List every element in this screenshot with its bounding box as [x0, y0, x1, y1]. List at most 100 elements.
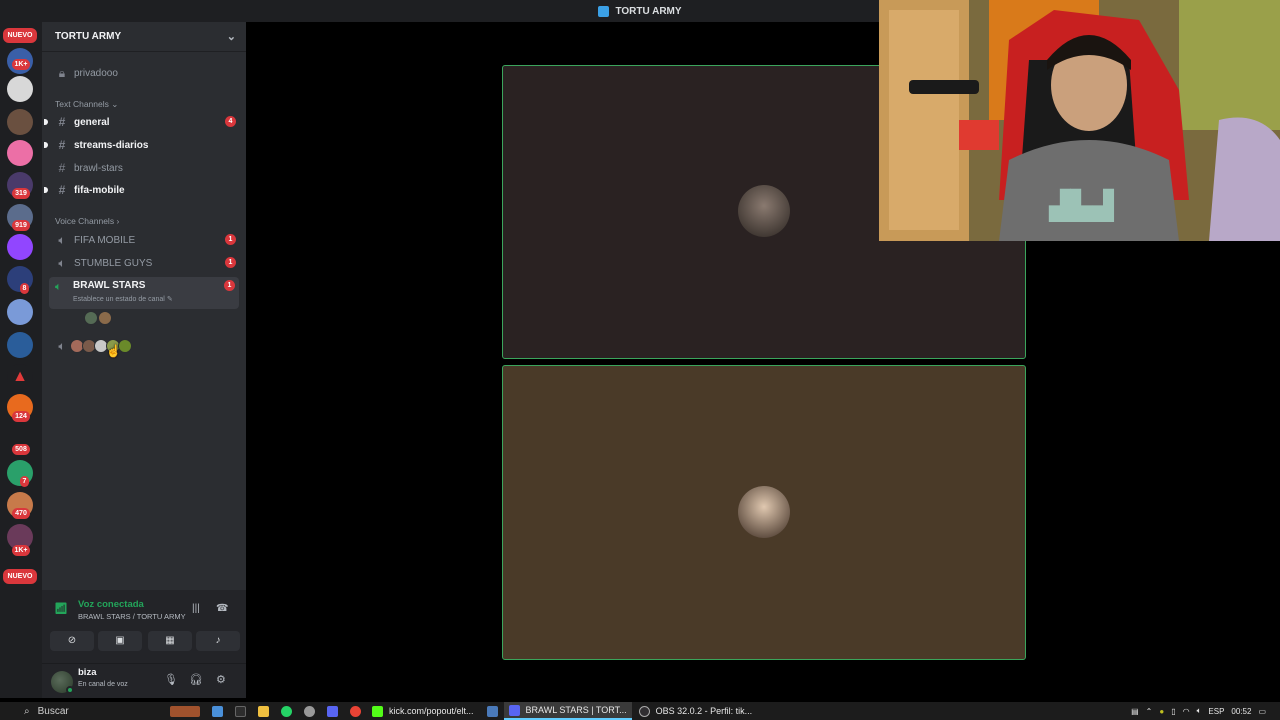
voice-location[interactable]: BRAWL STARS / TORTU ARMY — [78, 612, 186, 621]
webcam-overlay: ▟▙▟ — [879, 0, 1280, 241]
watermelon-server-icon[interactable]: ▲ — [7, 364, 33, 390]
chevron-down-icon[interactable]: ⌄ — [227, 30, 236, 43]
widget-icon[interactable] — [170, 705, 200, 717]
channel-fifa-mobile[interactable]: # fifa-mobile — [44, 180, 240, 200]
activities-button[interactable]: ▦ — [148, 631, 192, 651]
unread-indicator — [44, 142, 48, 148]
app-icon[interactable] — [486, 705, 498, 717]
hashtag-icon: # — [58, 115, 66, 129]
taskbar-app-label: OBS 32.0.2 - Perfil: tik... — [655, 706, 753, 716]
screen-share-button[interactable]: ▣ — [98, 631, 142, 651]
voice-user-avatar[interactable] — [84, 311, 98, 325]
server-badge: 1K+ — [12, 59, 30, 70]
mention-badge: 1 — [225, 257, 236, 268]
mention-badge: 4 — [225, 116, 236, 127]
participant-tile[interactable] — [502, 365, 1026, 660]
channel-label: general — [74, 116, 110, 128]
window-title: TORTU ARMY — [615, 5, 682, 17]
server-header[interactable]: TORTU ARMY ⌄ — [42, 22, 246, 52]
svg-text:▟▙▟: ▟▙▟ — [1048, 188, 1114, 222]
server-badge: 8 — [20, 283, 29, 294]
channel-privadooo[interactable]: 🔒︎ privadooo — [50, 63, 240, 83]
pencil-icon: ✎ — [166, 296, 173, 303]
unread-indicator — [44, 119, 48, 125]
voice-user-avatar[interactable] — [98, 311, 112, 325]
hashtag-icon: # — [58, 183, 66, 197]
taskbar-search[interactable]: ⌕ Buscar — [24, 706, 164, 717]
taskbar-app-kick[interactable]: kick.com/popout/elt... — [367, 702, 479, 720]
server-name: TORTU ARMY — [55, 31, 122, 42]
user-status: En canal de voz — [78, 681, 128, 688]
channel-label: STUMBLE GUYS — [74, 257, 153, 269]
terminal-icon[interactable] — [235, 705, 246, 717]
server-badge: 508 — [12, 444, 30, 455]
notifications-icon[interactable]: ▭ — [1258, 707, 1266, 716]
tray-app-icon[interactable]: ● — [1159, 707, 1164, 716]
channel-status-prompt[interactable]: Establece un estado de canal ✎ — [73, 295, 173, 303]
channel-brawl-stars[interactable]: # brawl-stars — [50, 158, 240, 178]
new-badge: NUEVO — [3, 569, 37, 584]
voice-channel-fifa-mobile[interactable]: 🔈︎ FIFA MOBILE 1 — [50, 230, 240, 250]
channel-label: FIFA MOBILE — [74, 234, 136, 246]
camera-off-button[interactable]: ⊘ — [50, 631, 94, 651]
channel-label: privadooo — [74, 67, 118, 79]
server-icon[interactable] — [7, 76, 33, 102]
chrome-icon[interactable] — [350, 705, 361, 717]
speaker-icon: 🔈︎ — [58, 338, 66, 353]
twitch-server-icon[interactable] — [7, 234, 33, 260]
chevron-up-icon[interactable]: ⌃ — [1146, 707, 1153, 716]
settings-icon[interactable] — [304, 705, 315, 717]
taskbar-app-obs[interactable]: OBS 32.0.2 - Perfil: tik... — [634, 702, 758, 720]
server-icon[interactable] — [7, 299, 33, 325]
unread-indicator — [44, 187, 48, 193]
chevron-right-icon: › — [116, 216, 120, 226]
discord-app-icon — [598, 5, 610, 17]
discord-icon[interactable] — [327, 705, 338, 717]
channel-label: fifa-mobile — [74, 184, 125, 196]
voice-connection-panel: 📶︎ Voz conectada BRAWL STARS / TORTU ARM… — [42, 590, 246, 664]
app-icon[interactable] — [212, 705, 223, 717]
server-badge: 1K+ — [12, 545, 30, 556]
server-icon[interactable] — [7, 332, 33, 358]
language-indicator[interactable]: ESP — [1208, 707, 1224, 716]
microphone-icon[interactable]: 🎙︎ — [164, 673, 178, 686]
taskbar-app-discord[interactable]: BRAWL STARS | TORT... — [503, 702, 632, 720]
text-channels-category[interactable]: Text Channels ⌄ — [55, 99, 118, 110]
signal-icon: 📶︎ — [54, 603, 68, 615]
username[interactable]: biza — [78, 667, 96, 678]
folder-icon[interactable] — [258, 705, 269, 717]
mouse-icon[interactable]: ▯ — [1171, 707, 1175, 716]
new-badge: NUEVO — [3, 28, 37, 43]
mention-badge: 1 — [224, 280, 235, 291]
server-badge: 7 — [20, 476, 29, 487]
obs-icon — [638, 705, 650, 717]
channel-sidebar: TORTU ARMY ⌄ 🔒︎ privadooo Text Channels … — [42, 22, 246, 698]
server-icon[interactable] — [7, 140, 33, 166]
volume-icon[interactable]: 🔈︎ — [1197, 706, 1202, 716]
channel-label: brawl-stars — [74, 162, 123, 174]
disconnect-icon[interactable]: ☎ — [216, 603, 228, 614]
whatsapp-icon[interactable] — [281, 705, 292, 717]
server-icon[interactable] — [7, 109, 33, 135]
voice-channel-stumble-guys[interactable]: 🔈︎ STUMBLE GUYS 1 — [50, 253, 240, 273]
participant-avatar — [738, 185, 790, 237]
channel-streams-diarios[interactable]: # streams-diarios — [44, 135, 240, 155]
soundboard-button[interactable]: ♪ — [196, 631, 240, 651]
voice-status[interactable]: Voz conectada — [78, 599, 144, 610]
voice-channel-brawl-stars[interactable]: 🔈︎ BRAWL STARS Establece un estado de ca… — [49, 277, 239, 309]
channel-general[interactable]: # general 4 — [44, 112, 240, 132]
kick-icon — [372, 705, 383, 717]
tray-icon[interactable]: ▤ — [1131, 707, 1139, 716]
search-icon: ⌕ — [24, 705, 30, 717]
wifi-icon[interactable]: ◠ — [1183, 707, 1190, 716]
taskbar-app-label: BRAWL STARS | TORT... — [525, 705, 627, 715]
noise-suppression-icon[interactable]: ||| — [192, 603, 200, 614]
hashtag-icon: # — [58, 161, 66, 175]
screen: TORTU ARMY NUEVO 1K+ 319 919 8 ▲ 124 508… — [0, 0, 1280, 720]
clock[interactable]: 00:52 — [1231, 707, 1251, 716]
voice-channels-category[interactable]: Voice Channels › — [55, 216, 119, 226]
headphones-icon[interactable]: 🎧︎ — [189, 673, 203, 686]
mouse-cursor-icon: ☝ — [106, 344, 121, 358]
gear-icon[interactable]: ⚙ — [216, 673, 226, 686]
online-status-icon — [66, 686, 74, 694]
